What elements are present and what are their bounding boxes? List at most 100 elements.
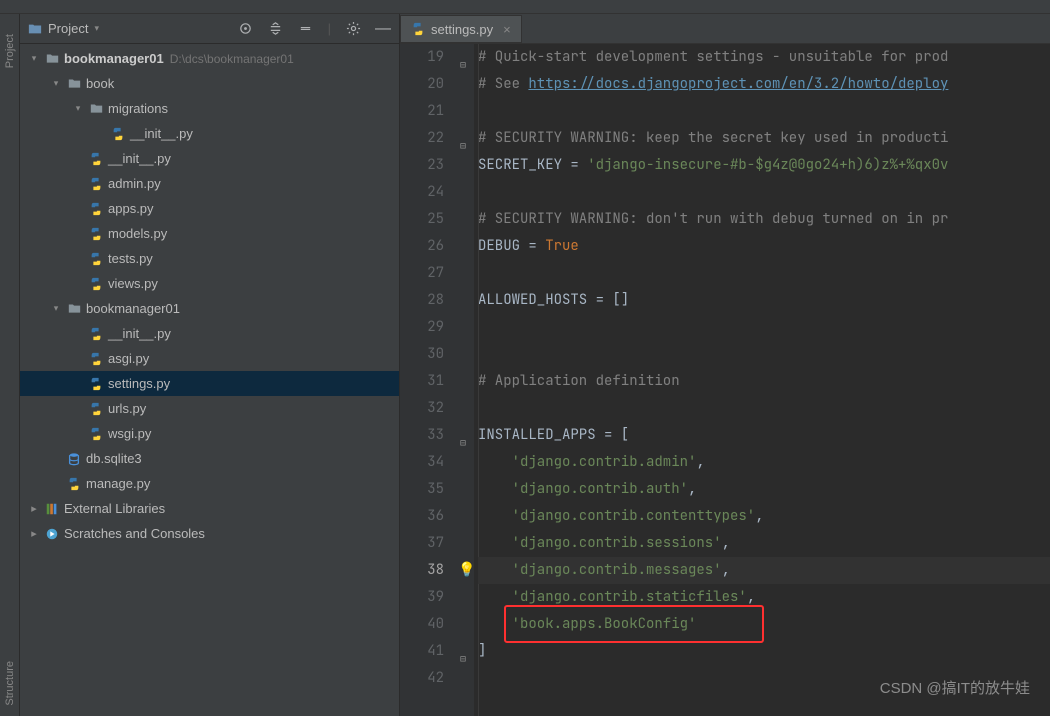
top-menu-bar — [0, 0, 1050, 14]
code-editor[interactable]: 1920212223242526272829303132333435363738… — [400, 44, 1050, 716]
hide-panel-icon[interactable]: — — [375, 21, 391, 37]
tree-item-migrations[interactable]: migrations — [20, 96, 399, 121]
code-line-34[interactable]: 'django.contrib.admin', — [478, 449, 1050, 476]
left-tool-strip: Project Structure — [0, 14, 20, 716]
fold-marker[interactable]: ⊟ — [460, 132, 466, 159]
tree-item-Scratches-and-Consoles[interactable]: Scratches and Consoles — [20, 521, 399, 546]
pyfile-icon — [88, 151, 104, 167]
scratch-icon — [44, 526, 60, 542]
code-line-27[interactable] — [478, 260, 1050, 287]
tree-label: __init__.py — [130, 126, 193, 141]
fold-marker[interactable]: ⊟ — [460, 51, 466, 78]
folder-icon — [66, 76, 82, 92]
tree-item-asgi-py[interactable]: asgi.py — [20, 346, 399, 371]
tree-item-apps-py[interactable]: apps.py — [20, 196, 399, 221]
tree-arrow[interactable] — [72, 103, 84, 114]
tree-item-db-sqlite3[interactable]: db.sqlite3 — [20, 446, 399, 471]
python-file-icon — [411, 22, 425, 36]
editor-tab-bar: settings.py × — [400, 14, 1050, 44]
tree-item-bookmanager01[interactable]: bookmanager01D:\dcs\bookmanager01 — [20, 46, 399, 71]
tree-arrow[interactable] — [28, 502, 40, 515]
tree-label: tests.py — [108, 251, 153, 266]
code-line-29[interactable] — [478, 314, 1050, 341]
pyfile-icon — [88, 376, 104, 392]
expand-all-icon[interactable] — [268, 21, 284, 37]
tree-item---init---py[interactable]: __init__.py — [20, 321, 399, 346]
intention-bulb-icon[interactable]: 💡 — [458, 557, 475, 584]
code-line-22[interactable]: # SECURITY WARNING: keep the secret key … — [478, 125, 1050, 152]
tree-label: models.py — [108, 226, 167, 241]
editor-area: settings.py × 19202122232425262728293031… — [400, 14, 1050, 716]
tree-label: External Libraries — [64, 501, 165, 516]
tree-label: Scratches and Consoles — [64, 526, 205, 541]
tree-item-External-Libraries[interactable]: External Libraries — [20, 496, 399, 521]
locate-icon[interactable] — [238, 21, 254, 37]
tree-item-models-py[interactable]: models.py — [20, 221, 399, 246]
code-line-30[interactable] — [478, 341, 1050, 368]
code-line-26[interactable]: DEBUG = True — [478, 233, 1050, 260]
code-line-35[interactable]: 'django.contrib.auth', — [478, 476, 1050, 503]
tree-arrow[interactable] — [50, 303, 62, 314]
line-number-gutter: 1920212223242526272829303132333435363738… — [400, 44, 458, 716]
close-tab-icon[interactable]: × — [503, 22, 511, 37]
code-line-31[interactable]: # Application definition — [478, 368, 1050, 395]
folder-icon — [88, 101, 104, 117]
pyfile-icon — [88, 401, 104, 417]
collapse-all-icon[interactable] — [298, 21, 314, 37]
editor-tab-settings[interactable]: settings.py × — [400, 15, 522, 43]
project-tool-tab[interactable]: Project — [4, 34, 16, 68]
code-line-24[interactable] — [478, 179, 1050, 206]
tree-label: __init__.py — [108, 151, 171, 166]
tree-item-wsgi-py[interactable]: wsgi.py — [20, 421, 399, 446]
tree-label: manage.py — [86, 476, 150, 491]
code-line-38[interactable]: 'django.contrib.messages',💡 — [478, 557, 1050, 584]
tree-label: urls.py — [108, 401, 146, 416]
pyfile-icon — [88, 351, 104, 367]
tree-item---init---py[interactable]: __init__.py — [20, 121, 399, 146]
structure-tool-tab[interactable]: Structure — [4, 661, 16, 706]
code-line-25[interactable]: # SECURITY WARNING: don't run with debug… — [478, 206, 1050, 233]
pyfile-icon — [88, 276, 104, 292]
tree-arrow[interactable] — [28, 527, 40, 540]
tree-item-manage-py[interactable]: manage.py — [20, 471, 399, 496]
tree-label: views.py — [108, 276, 158, 291]
project-tree[interactable]: bookmanager01D:\dcs\bookmanager01book mig… — [20, 44, 399, 716]
code-line-32[interactable] — [478, 395, 1050, 422]
lib-icon — [44, 501, 60, 517]
tree-label: migrations — [108, 101, 168, 116]
tree-label: wsgi.py — [108, 426, 151, 441]
tree-label: __init__.py — [108, 326, 171, 341]
tree-item-urls-py[interactable]: urls.py — [20, 396, 399, 421]
code-content[interactable]: # Quick-start development settings - uns… — [474, 44, 1050, 716]
pyfile-icon — [88, 176, 104, 192]
code-line-21[interactable] — [478, 98, 1050, 125]
annotation-highlight-box — [504, 605, 764, 643]
tree-item-views-py[interactable]: views.py — [20, 271, 399, 296]
fold-marker[interactable]: ⊟ — [460, 645, 466, 672]
code-line-33[interactable]: INSTALLED_APPS = [ — [478, 422, 1050, 449]
code-line-23[interactable]: SECRET_KEY = 'django-insecure-#b-$g4z@0g… — [478, 152, 1050, 179]
settings-gear-icon[interactable] — [345, 21, 361, 37]
project-panel-title: Project — [48, 21, 88, 36]
code-line-20[interactable]: # See https://docs.djangoproject.com/en/… — [478, 71, 1050, 98]
tree-item---init---py[interactable]: __init__.py — [20, 146, 399, 171]
code-line-37[interactable]: 'django.contrib.sessions', — [478, 530, 1050, 557]
fold-column[interactable]: ⊟ ⊟ ⊟ ⊟ — [458, 44, 474, 716]
project-view-dropdown[interactable]: ▾ — [94, 23, 99, 34]
tree-item-tests-py[interactable]: tests.py — [20, 246, 399, 271]
code-line-28[interactable]: ALLOWED_HOSTS = [] — [478, 287, 1050, 314]
code-line-36[interactable]: 'django.contrib.contenttypes', — [478, 503, 1050, 530]
project-panel-header: Project ▾ | — — [20, 14, 399, 44]
folder-icon — [66, 301, 82, 317]
tree-item-settings-py[interactable]: settings.py — [20, 371, 399, 396]
code-line-19[interactable]: # Quick-start development settings - uns… — [478, 44, 1050, 71]
fold-marker[interactable]: ⊟ — [460, 429, 466, 456]
tree-item-book[interactable]: book — [20, 71, 399, 96]
tree-arrow[interactable] — [50, 78, 62, 89]
tree-item-bookmanager01[interactable]: bookmanager01 — [20, 296, 399, 321]
tree-label: asgi.py — [108, 351, 149, 366]
tree-arrow[interactable] — [28, 53, 40, 64]
pyfile-icon — [110, 126, 126, 142]
pyfile-icon — [88, 426, 104, 442]
tree-item-admin-py[interactable]: admin.py — [20, 171, 399, 196]
